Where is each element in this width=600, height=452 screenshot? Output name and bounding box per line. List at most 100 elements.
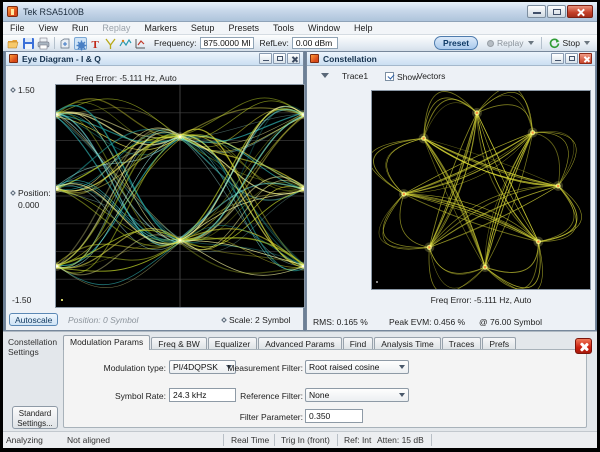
show-checkbox[interactable] <box>385 72 394 81</box>
toolbar-separator <box>54 37 55 49</box>
constellation-panel-title: Constellation <box>323 54 377 64</box>
svg-text:T: T <box>92 39 100 50</box>
trace-collapse-icon[interactable] <box>321 73 329 78</box>
eye-scale[interactable]: Scale: 2 Symbol <box>222 315 290 325</box>
status-alignment: Not aligned <box>67 435 110 445</box>
modulation-type-label: Modulation type: <box>84 363 166 373</box>
eye-diagram-panel: Eye Diagram - I & Q Freq Error: -5.111 H… <box>5 51 304 331</box>
reference-filter-label: Reference Filter: <box>219 391 303 401</box>
reflev-input[interactable] <box>292 37 338 49</box>
menu-item[interactable]: View <box>32 22 65 35</box>
constellation-panel-titlebar[interactable]: Constellation <box>307 52 595 66</box>
settings-panel-label: ConstellationSettings <box>8 337 64 357</box>
settings-area: ConstellationSettings Modulation ParamsF… <box>3 331 597 431</box>
menu-item[interactable]: File <box>3 22 32 35</box>
panel-close-button[interactable] <box>287 53 300 64</box>
eye-panel-title: Eye Diagram - I & Q <box>22 54 101 64</box>
eye-panel-titlebar[interactable]: Eye Diagram - I & Q <box>6 52 303 66</box>
panel-maximize-button[interactable] <box>565 53 578 64</box>
toolbar: T Frequency: RefLev: Preset Replay <box>3 35 597 52</box>
menu-item[interactable]: Replay <box>95 22 137 35</box>
settings-tab[interactable]: Modulation Params <box>63 335 150 350</box>
menu-bar: FileViewRunReplayMarkersSetupPresetsTool… <box>3 22 597 35</box>
eye-plot-svg <box>56 85 304 307</box>
replay-dot-icon <box>487 40 494 47</box>
menu-item[interactable]: Window <box>301 22 347 35</box>
preset-button[interactable]: Preset <box>434 36 478 50</box>
chevron-down-icon <box>399 393 405 397</box>
eye-position-label[interactable]: Position: <box>11 188 51 198</box>
eye-y-max-label[interactable]: 1.50 <box>11 85 35 95</box>
panel-icon <box>9 54 18 63</box>
chevron-down-icon <box>399 365 405 369</box>
eye-y-min-label: -1.50 <box>12 295 31 305</box>
measurement-filter-select[interactable]: Root raised cosine <box>305 360 409 374</box>
run-stop-icon <box>549 38 560 49</box>
save-icon[interactable] <box>22 37 35 50</box>
settings-close-button[interactable] <box>575 338 592 354</box>
diamond-marker[interactable] <box>221 317 227 323</box>
stop-button[interactable]: Stop <box>549 38 581 49</box>
status-trigger: Trig In (front) <box>281 435 330 445</box>
trace-name[interactable]: Trace1 <box>342 71 368 81</box>
menu-item[interactable]: Markers <box>137 22 184 35</box>
symbol-rate-label: Symbol Rate: <box>104 391 166 401</box>
waveform-icon[interactable] <box>119 37 132 50</box>
settings-tabs: Modulation ParamsFreq & BWEqualizerAdvan… <box>63 335 517 350</box>
app-icon <box>7 6 18 17</box>
eye-plot <box>55 84 305 308</box>
text-marker-icon[interactable]: T <box>89 37 102 50</box>
frequency-label: Frequency: <box>154 38 197 48</box>
menu-item[interactable]: Presets <box>221 22 266 35</box>
stop-dropdown-icon[interactable] <box>584 41 590 45</box>
measurement-filter-label: Measurement Filter: <box>214 363 303 373</box>
reference-filter-select[interactable]: None <box>305 388 409 402</box>
title-bar[interactable]: Tek RSA5100B <box>3 2 597 22</box>
open-folder-icon[interactable] <box>7 37 20 50</box>
standard-settings-button[interactable]: StandardSettings... <box>12 406 58 429</box>
filter-parameter-input[interactable] <box>305 409 363 423</box>
menu-item[interactable]: Run <box>65 22 96 35</box>
eye-bottom-position: Position: 0 Symbol <box>68 315 138 325</box>
panel-close-button[interactable] <box>579 53 592 64</box>
panel-maximize-button[interactable] <box>273 53 286 64</box>
signal-icon[interactable] <box>104 37 117 50</box>
replay-button[interactable]: Replay <box>487 38 523 48</box>
rms-readout: RMS: 0.165 % <box>313 317 368 327</box>
menu-item[interactable]: Setup <box>184 22 222 35</box>
frequency-input[interactable] <box>200 37 254 49</box>
eye-position-value: 0.000 <box>18 200 39 210</box>
show-checkbox-row[interactable]: Show <box>385 71 418 82</box>
constellation-freq-error: Freq Error: -5.111 Hz, Auto <box>371 295 591 305</box>
status-bar: Analyzing Not aligned Real Time Trig In … <box>3 431 597 448</box>
autoscale-button[interactable]: Autoscale <box>9 313 58 326</box>
panel-minimize-button[interactable] <box>551 53 564 64</box>
panel-minimize-button[interactable] <box>259 53 272 64</box>
window-title: Tek RSA5100B <box>23 7 84 17</box>
diamond-marker[interactable] <box>10 87 16 93</box>
constellation-plot-svg <box>372 91 590 289</box>
menu-item[interactable]: Tools <box>266 22 301 35</box>
status-reference: Ref: Int <box>344 435 371 445</box>
diamond-marker[interactable] <box>10 190 16 196</box>
panel-icon <box>310 54 319 63</box>
close-button[interactable] <box>567 5 593 18</box>
maximize-button[interactable] <box>547 5 566 18</box>
peak-evm-readout: Peak EVM: 0.456 % <box>389 317 465 327</box>
recall-icon[interactable] <box>59 37 72 50</box>
filter-parameter-label: Filter Parameter: <box>219 412 303 422</box>
reflev-label: RefLev: <box>260 38 289 48</box>
vectors-label[interactable]: Vectors <box>417 71 445 81</box>
marker-setup-icon[interactable] <box>134 37 147 50</box>
app-window: Tek RSA5100B FileViewRunReplayMarkersSet… <box>3 2 597 448</box>
modulation-params-panel: Modulation type: PI/4DQPSK Measurement F… <box>63 349 587 428</box>
print-icon[interactable] <box>37 37 50 50</box>
menu-item[interactable]: Help <box>347 22 380 35</box>
replay-dropdown-icon[interactable] <box>528 41 534 45</box>
status-acq-mode: Real Time <box>231 435 269 445</box>
constellation-panel: Constellation Trace1 Show Vectors Freq E… <box>306 51 596 331</box>
peak-evm-symbol-readout: @ 76.00 Symbol <box>479 317 542 327</box>
minimize-button[interactable] <box>527 5 546 18</box>
eye-freq-error: Freq Error: -5.111 Hz, Auto <box>76 73 177 83</box>
settings-gear-icon[interactable] <box>74 37 87 50</box>
